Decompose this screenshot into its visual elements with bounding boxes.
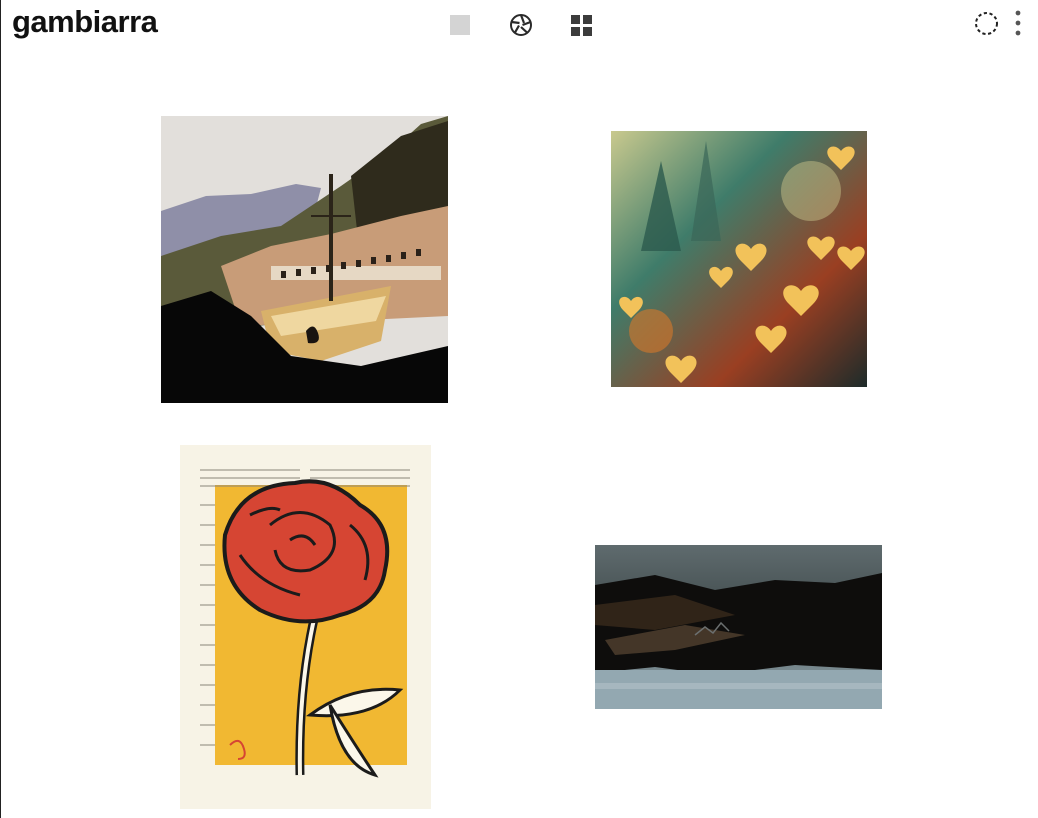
more-vertical-icon[interactable]	[1013, 10, 1023, 36]
aperture-icon[interactable]	[509, 13, 533, 37]
artwork-dark-landscape[interactable]	[595, 545, 882, 709]
artwork-rose-dictionary[interactable]	[180, 445, 431, 809]
app-title[interactable]: gambiarra	[12, 4, 158, 40]
grid-icon[interactable]	[571, 15, 592, 36]
single-view-square-icon[interactable]	[450, 15, 470, 35]
loading-circle-icon	[974, 11, 999, 36]
header: gambiarra	[1, 0, 1037, 50]
artwork-boat[interactable]	[161, 116, 448, 403]
artwork-hearts-bokeh[interactable]	[611, 131, 867, 387]
